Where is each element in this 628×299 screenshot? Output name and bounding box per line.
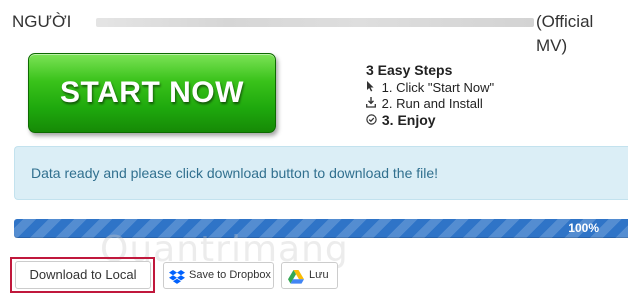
check-circle-icon	[366, 114, 378, 130]
title-prefix: NGƯỜI	[12, 12, 72, 31]
redacted-title-text	[96, 18, 534, 27]
start-now-button[interactable]: START NOW	[28, 53, 276, 133]
save-to-dropbox-button[interactable]: Save to Dropbox	[163, 262, 274, 289]
save-to-drive-button[interactable]: Lưu	[281, 262, 338, 289]
progress-bar: 100%	[14, 219, 628, 238]
dropbox-button-label: Save to Dropbox	[189, 269, 271, 281]
info-alert: Data ready and please click download but…	[14, 146, 628, 200]
cursor-icon	[366, 81, 378, 97]
step-item: 1. Click "Start Now"	[366, 80, 494, 96]
google-drive-icon	[288, 269, 304, 294]
dropbox-icon	[169, 269, 185, 294]
download-to-local-button[interactable]: Download to Local	[15, 261, 151, 289]
step-label: 3. Enjoy	[381, 112, 436, 128]
step-label: 2. Run and Install	[381, 96, 483, 111]
step-item: 3. Enjoy	[366, 112, 494, 128]
progress-label: 100%	[568, 221, 599, 235]
steps-panel: 3 Easy Steps 1. Click "Start Now" 2. Run…	[366, 62, 494, 128]
step-label: 1. Click "Start Now"	[381, 80, 495, 95]
steps-heading: 3 Easy Steps	[366, 62, 453, 78]
video-title: NGƯỜI (Official MV)	[12, 10, 622, 55]
highlight-box: Download to Local	[10, 257, 155, 293]
drive-button-label: Lưu	[309, 269, 329, 281]
download-icon	[366, 97, 378, 113]
step-item: 2. Run and Install	[366, 96, 494, 112]
title-suffix: (Official MV)	[536, 12, 594, 55]
